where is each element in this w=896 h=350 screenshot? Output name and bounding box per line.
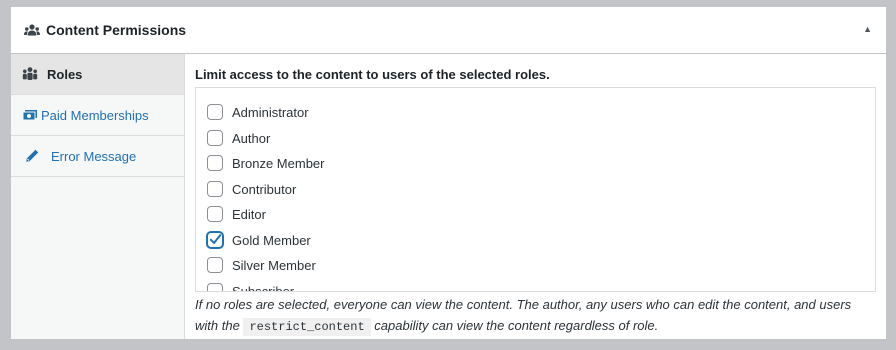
roles-intro: Limit access to the content to users of … (195, 67, 550, 82)
metabox-header[interactable]: Content Permissions ▲ (11, 7, 886, 54)
role-label: Author (232, 130, 271, 146)
restrict-content-code: restrict_content (243, 318, 371, 336)
role-label: Administrator (232, 104, 309, 120)
tab-roles[interactable]: Roles (11, 54, 184, 95)
role-checkbox-checked[interactable] (207, 232, 223, 248)
role-checkbox[interactable] (207, 155, 223, 171)
role-label: Silver Member (232, 257, 316, 273)
metabox-title: Content Permissions (46, 22, 187, 38)
role-silver-member[interactable]: Silver Member (207, 255, 316, 275)
money-icon (21, 107, 39, 123)
role-checkbox[interactable] (207, 257, 223, 273)
role-bronze-member[interactable]: Bronze Member (207, 153, 324, 173)
tab-error-message[interactable]: Error Message (11, 136, 184, 177)
tab-paid-memberships-label: Paid Memberships (41, 107, 149, 123)
role-administrator[interactable]: Administrator (207, 102, 309, 122)
role-editor[interactable]: Editor (207, 204, 266, 224)
help-text-part-2: capability can view the content regardle… (374, 318, 659, 333)
role-label: Gold Member (232, 232, 311, 248)
edit-pencil-icon (23, 148, 41, 164)
role-label: Bronze Member (232, 155, 325, 171)
role-checkbox[interactable] (207, 181, 223, 197)
role-checkbox[interactable] (207, 283, 223, 291)
role-subscriber[interactable]: Subscriber (207, 281, 295, 292)
content-permissions-metabox: Content Permissions ▲ Roles Paid Members… (10, 6, 887, 340)
role-checkbox[interactable] (207, 130, 223, 146)
groups-icon (21, 66, 39, 82)
role-checkbox[interactable] (207, 104, 223, 120)
roles-help-text: If no roles are selected, everyone can v… (195, 294, 875, 338)
role-label: Subscriber (232, 283, 295, 292)
role-label: Editor (232, 206, 266, 222)
role-gold-member[interactable]: Gold Member (207, 230, 311, 250)
role-checkbox[interactable] (207, 206, 223, 222)
roles-panel: Limit access to the content to users of … (185, 54, 886, 339)
tab-list: Roles Paid Memberships Error Message (11, 54, 185, 339)
roles-checklist[interactable]: Administrator Author Bronze Member Contr… (195, 87, 876, 292)
tab-paid-memberships[interactable]: Paid Memberships (11, 95, 184, 136)
role-contributor[interactable]: Contributor (207, 179, 296, 199)
checkmark-icon (210, 234, 222, 244)
triangle-up-icon[interactable]: ▲ (863, 24, 872, 34)
role-label: Contributor (232, 181, 297, 197)
users-group-icon (24, 24, 40, 36)
tab-roles-label: Roles (47, 66, 83, 82)
tab-error-message-label: Error Message (51, 148, 137, 164)
role-author[interactable]: Author (207, 128, 270, 148)
